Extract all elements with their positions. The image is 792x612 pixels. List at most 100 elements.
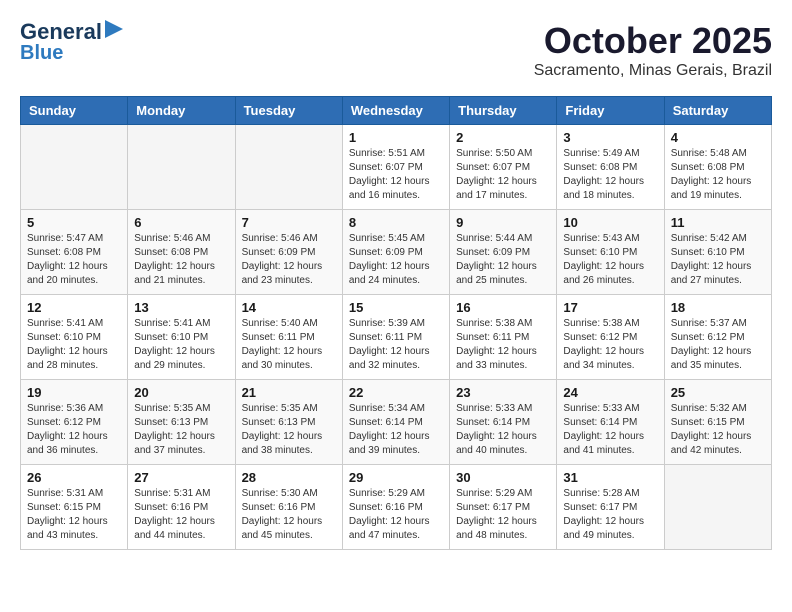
day-number: 28: [242, 470, 336, 485]
day-number: 17: [563, 300, 657, 315]
day-info: Sunrise: 5:29 AM Sunset: 6:17 PM Dayligh…: [456, 487, 550, 543]
day-number: 1: [349, 130, 443, 145]
day-number: 3: [563, 130, 657, 145]
day-info: Sunrise: 5:45 AM Sunset: 6:09 PM Dayligh…: [349, 232, 443, 288]
weekday-wednesday: Wednesday: [342, 97, 449, 125]
day-number: 6: [134, 215, 228, 230]
day-info: Sunrise: 5:39 AM Sunset: 6:11 PM Dayligh…: [349, 317, 443, 373]
day-info: Sunrise: 5:43 AM Sunset: 6:10 PM Dayligh…: [563, 232, 657, 288]
calendar-cell: 3 Sunrise: 5:49 AM Sunset: 6:08 PM Daylig…: [557, 125, 664, 210]
calendar-cell: 31 Sunrise: 5:28 AM Sunset: 6:17 PM Dayli…: [557, 465, 664, 550]
day-info: Sunrise: 5:44 AM Sunset: 6:09 PM Dayligh…: [456, 232, 550, 288]
day-info: Sunrise: 5:38 AM Sunset: 6:11 PM Dayligh…: [456, 317, 550, 373]
day-info: Sunrise: 5:35 AM Sunset: 6:13 PM Dayligh…: [242, 402, 336, 458]
calendar-cell: 8 Sunrise: 5:45 AM Sunset: 6:09 PM Daylig…: [342, 210, 449, 295]
day-number: 7: [242, 215, 336, 230]
week-row-1: 1 Sunrise: 5:51 AM Sunset: 6:07 PM Daylig…: [21, 125, 772, 210]
calendar-cell: [664, 465, 771, 550]
month-title: October 2025: [534, 20, 772, 62]
day-info: Sunrise: 5:33 AM Sunset: 6:14 PM Dayligh…: [456, 402, 550, 458]
day-number: 10: [563, 215, 657, 230]
calendar-cell: [235, 125, 342, 210]
day-info: Sunrise: 5:41 AM Sunset: 6:10 PM Dayligh…: [27, 317, 121, 373]
weekday-saturday: Saturday: [664, 97, 771, 125]
day-number: 24: [563, 385, 657, 400]
day-info: Sunrise: 5:50 AM Sunset: 6:07 PM Dayligh…: [456, 147, 550, 203]
calendar-cell: 20 Sunrise: 5:35 AM Sunset: 6:13 PM Dayli…: [128, 380, 235, 465]
calendar-cell: 6 Sunrise: 5:46 AM Sunset: 6:08 PM Daylig…: [128, 210, 235, 295]
day-info: Sunrise: 5:47 AM Sunset: 6:08 PM Dayligh…: [27, 232, 121, 288]
day-number: 19: [27, 385, 121, 400]
day-number: 25: [671, 385, 765, 400]
calendar-cell: 12Sunrise: 5:41 AM Sunset: 6:10 PM Dayli…: [21, 295, 128, 380]
calendar-cell: 18 Sunrise: 5:37 AM Sunset: 6:12 PM Dayli…: [664, 295, 771, 380]
logo-blue: Blue: [20, 43, 63, 63]
calendar-cell: 15 Sunrise: 5:39 AM Sunset: 6:11 PM Dayli…: [342, 295, 449, 380]
logo: General Blue: [20, 20, 123, 63]
day-number: 23: [456, 385, 550, 400]
calendar-cell: 17 Sunrise: 5:38 AM Sunset: 6:12 PM Dayli…: [557, 295, 664, 380]
day-number: 18: [671, 300, 765, 315]
day-info: Sunrise: 5:51 AM Sunset: 6:07 PM Dayligh…: [349, 147, 443, 203]
calendar-cell: 25 Sunrise: 5:32 AM Sunset: 6:15 PM Dayli…: [664, 380, 771, 465]
calendar-cell: 9 Sunrise: 5:44 AM Sunset: 6:09 PM Daylig…: [450, 210, 557, 295]
weekday-header-row: SundayMondayTuesdayWednesdayThursdayFrid…: [21, 97, 772, 125]
week-row-3: 12Sunrise: 5:41 AM Sunset: 6:10 PM Dayli…: [21, 295, 772, 380]
day-info: Sunrise: 5:49 AM Sunset: 6:08 PM Dayligh…: [563, 147, 657, 203]
day-number: 30: [456, 470, 550, 485]
day-info: Sunrise: 5:48 AM Sunset: 6:08 PM Dayligh…: [671, 147, 765, 203]
day-number: 20: [134, 385, 228, 400]
day-info: Sunrise: 5:37 AM Sunset: 6:12 PM Dayligh…: [671, 317, 765, 373]
day-number: 9: [456, 215, 550, 230]
day-number: 26: [27, 470, 121, 485]
calendar-cell: 10 Sunrise: 5:43 AM Sunset: 6:10 PM Dayli…: [557, 210, 664, 295]
day-info: Sunrise: 5:35 AM Sunset: 6:13 PM Dayligh…: [134, 402, 228, 458]
calendar-cell: [21, 125, 128, 210]
day-info: Sunrise: 5:41 AM Sunset: 6:10 PM Dayligh…: [134, 317, 228, 373]
calendar-cell: 28 Sunrise: 5:30 AM Sunset: 6:16 PM Dayli…: [235, 465, 342, 550]
calendar-cell: 23 Sunrise: 5:33 AM Sunset: 6:14 PM Dayli…: [450, 380, 557, 465]
weekday-friday: Friday: [557, 97, 664, 125]
day-info: Sunrise: 5:31 AM Sunset: 6:15 PM Dayligh…: [27, 487, 121, 543]
weekday-monday: Monday: [128, 97, 235, 125]
calendar-cell: 16 Sunrise: 5:38 AM Sunset: 6:11 PM Dayli…: [450, 295, 557, 380]
calendar-cell: 21Sunrise: 5:35 AM Sunset: 6:13 PM Dayli…: [235, 380, 342, 465]
day-number: 31: [563, 470, 657, 485]
day-number: 4: [671, 130, 765, 145]
calendar-cell: 27Sunrise: 5:31 AM Sunset: 6:16 PM Dayli…: [128, 465, 235, 550]
day-info: Sunrise: 5:36 AM Sunset: 6:12 PM Dayligh…: [27, 402, 121, 458]
weekday-thursday: Thursday: [450, 97, 557, 125]
day-number: 13: [134, 300, 228, 315]
day-info: Sunrise: 5:38 AM Sunset: 6:12 PM Dayligh…: [563, 317, 657, 373]
week-row-2: 5 Sunrise: 5:47 AM Sunset: 6:08 PM Daylig…: [21, 210, 772, 295]
day-info: Sunrise: 5:40 AM Sunset: 6:11 PM Dayligh…: [242, 317, 336, 373]
day-info: Sunrise: 5:32 AM Sunset: 6:15 PM Dayligh…: [671, 402, 765, 458]
week-row-5: 26 Sunrise: 5:31 AM Sunset: 6:15 PM Dayli…: [21, 465, 772, 550]
weekday-sunday: Sunday: [21, 97, 128, 125]
calendar-cell: 26 Sunrise: 5:31 AM Sunset: 6:15 PM Dayli…: [21, 465, 128, 550]
location-title: Sacramento, Minas Gerais, Brazil: [534, 62, 772, 80]
day-number: 15: [349, 300, 443, 315]
calendar-cell: 1 Sunrise: 5:51 AM Sunset: 6:07 PM Daylig…: [342, 125, 449, 210]
calendar-cell: 14 Sunrise: 5:40 AM Sunset: 6:11 PM Dayli…: [235, 295, 342, 380]
calendar-cell: 22Sunrise: 5:34 AM Sunset: 6:14 PM Dayli…: [342, 380, 449, 465]
day-number: 8: [349, 215, 443, 230]
day-number: 29: [349, 470, 443, 485]
calendar-cell: 30 Sunrise: 5:29 AM Sunset: 6:17 PM Dayli…: [450, 465, 557, 550]
day-number: 5: [27, 215, 121, 230]
title-section: October 2025 Sacramento, Minas Gerais, B…: [534, 20, 772, 80]
calendar-cell: 2Sunrise: 5:50 AM Sunset: 6:07 PM Daylig…: [450, 125, 557, 210]
calendar-table: SundayMondayTuesdayWednesdayThursdayFrid…: [20, 96, 772, 550]
calendar-cell: 4 Sunrise: 5:48 AM Sunset: 6:08 PM Daylig…: [664, 125, 771, 210]
day-number: 16: [456, 300, 550, 315]
page-header: General Blue October 2025 Sacramento, Mi…: [20, 20, 772, 80]
day-number: 14: [242, 300, 336, 315]
day-info: Sunrise: 5:30 AM Sunset: 6:16 PM Dayligh…: [242, 487, 336, 543]
logo-general: General: [20, 21, 102, 43]
day-info: Sunrise: 5:46 AM Sunset: 6:09 PM Dayligh…: [242, 232, 336, 288]
day-info: Sunrise: 5:28 AM Sunset: 6:17 PM Dayligh…: [563, 487, 657, 543]
day-info: Sunrise: 5:46 AM Sunset: 6:08 PM Dayligh…: [134, 232, 228, 288]
calendar-cell: 7 Sunrise: 5:46 AM Sunset: 6:09 PM Daylig…: [235, 210, 342, 295]
calendar-cell: 19 Sunrise: 5:36 AM Sunset: 6:12 PM Dayli…: [21, 380, 128, 465]
weekday-tuesday: Tuesday: [235, 97, 342, 125]
